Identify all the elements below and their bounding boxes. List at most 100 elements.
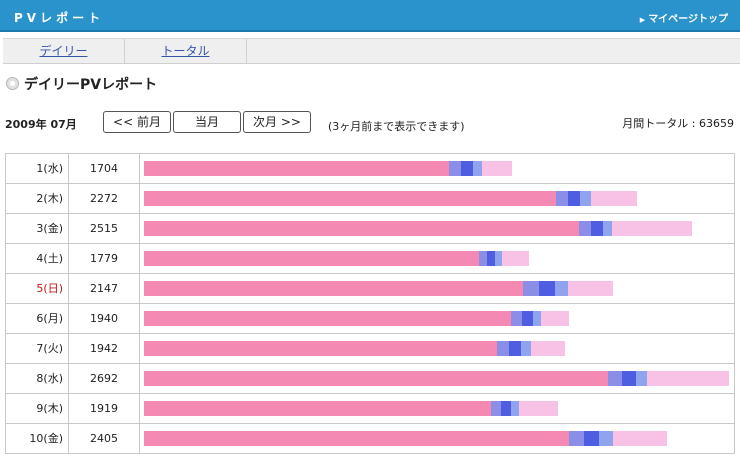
monthly-total: 月間トータル : 63659: [622, 117, 734, 130]
mypage-link-label: マイページトップ: [648, 14, 728, 25]
day-cell: 6(月): [6, 304, 69, 333]
bar-cell: [140, 154, 734, 183]
bar-main-segment: [144, 281, 523, 296]
bar-blue-segment: [568, 191, 580, 206]
bar-blue-segment: [511, 311, 522, 326]
table-row: 8(水) 2692: [6, 364, 734, 394]
bar-tail-segment: [519, 401, 558, 416]
bar-main-segment: [144, 431, 569, 446]
bar-blue-segment: [579, 221, 591, 236]
bar-blue-segment: [555, 281, 568, 296]
table-row: 7(火) 1942: [6, 334, 734, 364]
bar-tail-segment: [647, 371, 729, 386]
bar-blue-segment: [636, 371, 647, 386]
day-cell: 1(水): [6, 154, 69, 183]
bar-cell: [140, 274, 734, 303]
pv-count-cell: 1940: [69, 304, 140, 333]
bar-main-segment: [144, 341, 497, 356]
current-month-button[interactable]: 当月: [173, 111, 241, 133]
day-cell: 3(金): [6, 214, 69, 243]
bar-blue-segment: [580, 191, 591, 206]
bar-blue-segment: [509, 341, 521, 356]
triangle-right-icon: ▶: [639, 16, 646, 24]
bar-cell: [140, 214, 734, 243]
bar-cell: [140, 184, 734, 213]
bar-cell: [140, 394, 734, 423]
tab-total[interactable]: トータル: [125, 39, 247, 63]
pv-count-cell: 2147: [69, 274, 140, 303]
bar-tail-segment: [612, 221, 692, 236]
table-row: 10(金) 2405: [6, 424, 734, 454]
table-row: 9(木) 1919: [6, 394, 734, 424]
bar-blue-segment: [539, 281, 555, 296]
bar-blue-segment: [495, 251, 502, 266]
pv-bar: [144, 281, 613, 296]
bar-blue-segment: [533, 311, 541, 326]
tab-daily[interactable]: デイリー: [3, 39, 125, 63]
day-cell: 7(火): [6, 334, 69, 363]
pv-count-cell: 1942: [69, 334, 140, 363]
pv-bar: [144, 401, 558, 416]
mypage-link[interactable]: ▶ マイページトップ: [640, 10, 728, 25]
pv-bar: [144, 431, 667, 446]
pv-count-cell: 2515: [69, 214, 140, 243]
section-title: デイリーPVレポート: [24, 77, 158, 93]
bar-blue-segment: [497, 341, 509, 356]
bar-blue-segment: [584, 431, 599, 446]
table-row: 1(水) 1704: [6, 154, 734, 184]
day-cell: 4(土): [6, 244, 69, 273]
bar-tail-segment: [482, 161, 512, 176]
pv-count-cell: 1704: [69, 154, 140, 183]
bar-cell: [140, 244, 734, 273]
bar-tail-segment: [531, 341, 565, 356]
bar-blue-segment: [522, 311, 533, 326]
bar-main-segment: [144, 311, 511, 326]
bar-blue-segment: [461, 161, 473, 176]
bar-blue-segment: [491, 401, 501, 416]
table-row: 2(木) 2272: [6, 184, 734, 214]
bar-main-segment: [144, 161, 449, 176]
prev-month-button[interactable]: << 前月: [103, 111, 171, 133]
bar-blue-segment: [473, 161, 482, 176]
day-cell: 5(日): [6, 274, 69, 303]
bar-blue-segment: [449, 161, 461, 176]
bar-cell: [140, 304, 734, 333]
pv-bar: [144, 251, 529, 266]
bar-blue-segment: [487, 251, 495, 266]
day-cell: 8(水): [6, 364, 69, 393]
next-month-button[interactable]: 次月 >>: [243, 111, 311, 133]
bar-blue-segment: [591, 221, 603, 236]
pv-bar: [144, 221, 692, 236]
pv-count-cell: 2272: [69, 184, 140, 213]
pv-bar: [144, 161, 512, 176]
pv-count-cell: 1779: [69, 244, 140, 273]
bar-blue-segment: [521, 341, 531, 356]
bar-tail-segment: [613, 431, 667, 446]
pv-count-cell: 2405: [69, 424, 140, 453]
pv-bar: [144, 311, 569, 326]
bar-blue-segment: [622, 371, 636, 386]
bar-cell: [140, 364, 734, 393]
bar-main-segment: [144, 251, 479, 266]
bar-blue-segment: [599, 431, 613, 446]
table-row: 4(土) 1779: [6, 244, 734, 274]
bar-blue-segment: [501, 401, 511, 416]
bullet-circle-icon: [6, 77, 19, 90]
pv-bar: [144, 341, 565, 356]
bar-cell: [140, 334, 734, 363]
bar-main-segment: [144, 401, 491, 416]
bar-blue-segment: [603, 221, 612, 236]
table-row: 5(日) 2147: [6, 274, 734, 304]
bar-main-segment: [144, 221, 579, 236]
bar-tail-segment: [591, 191, 637, 206]
bar-blue-segment: [569, 431, 584, 446]
day-cell: 10(金): [6, 424, 69, 453]
bar-blue-segment: [608, 371, 622, 386]
bar-main-segment: [144, 191, 556, 206]
day-cell: 2(木): [6, 184, 69, 213]
page-title: PVレポート: [14, 11, 105, 25]
pv-count-cell: 2692: [69, 364, 140, 393]
daily-pv-table: 1(水) 1704 2(木) 2272 3(金) 2515 4(土) 1779 5(日) 2147…: [5, 153, 735, 454]
bar-blue-segment: [511, 401, 519, 416]
bar-cell: [140, 424, 734, 453]
